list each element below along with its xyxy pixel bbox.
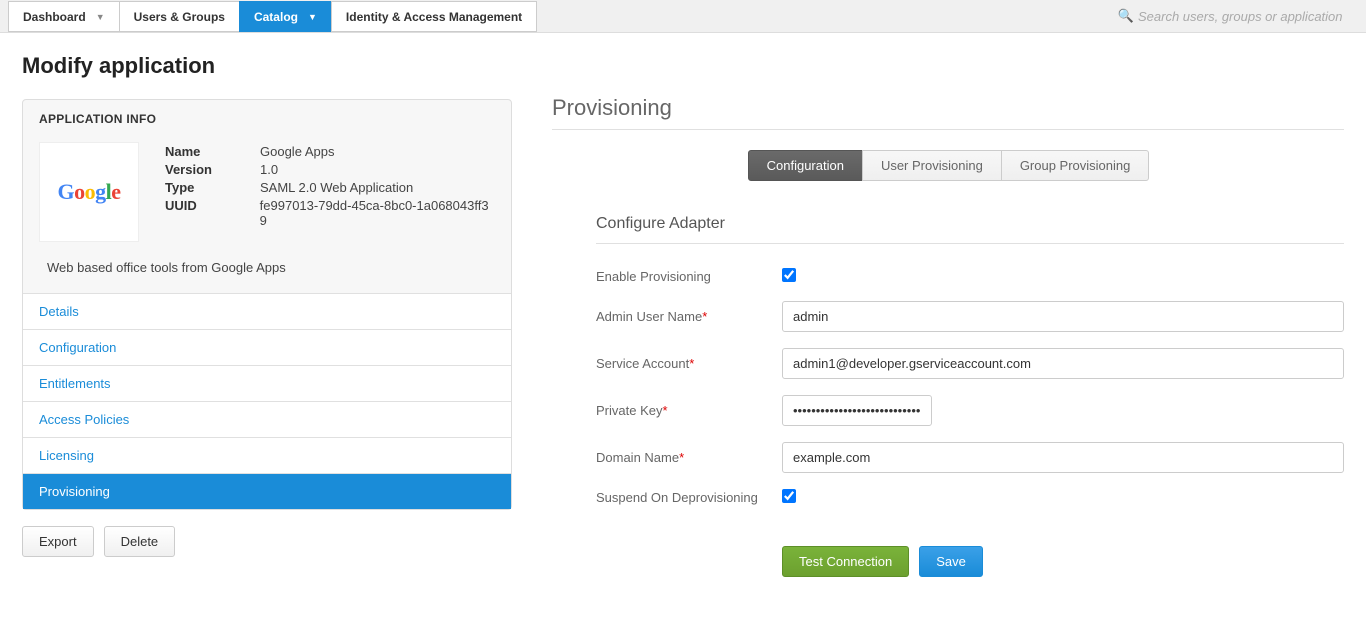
admin-user-name-input[interactable] [782,301,1344,332]
divider [596,243,1344,244]
info-value: 1.0 [260,162,278,177]
side-nav-provisioning[interactable]: Provisioning [23,473,511,509]
side-nav-configuration[interactable]: Configuration [23,329,511,365]
google-logo-icon: Google [57,179,120,205]
service-account-input[interactable] [782,348,1344,379]
nav-tab-label: Users & Groups [134,10,225,24]
chevron-down-icon: ▼ [308,12,317,22]
private-key-input[interactable] [782,395,932,426]
suspend-deprovisioning-label: Suspend On Deprovisioning [596,490,782,505]
form-title: Configure Adapter [596,215,1344,233]
info-value: fe997013-79dd-45ca-8bc0-1a068043ff39 [260,198,495,228]
info-table: NameGoogle Apps Version1.0 TypeSAML 2.0 … [165,144,495,242]
form-actions: Test Connection Save [782,546,1344,577]
info-value: Google Apps [260,144,334,159]
app-logo: Google [39,142,139,242]
info-key: Name [165,144,260,159]
subtabs: Configuration User Provisioning Group Pr… [552,150,1344,181]
nav-tab-identity-access[interactable]: Identity & Access Management [331,1,537,32]
page-title: Modify application [22,53,512,79]
search-container: 🔍 [1110,0,1366,32]
divider [552,129,1344,130]
side-nav-access-policies[interactable]: Access Policies [23,401,511,437]
info-key: UUID [165,198,260,228]
section-title: Provisioning [552,95,1344,121]
app-info-header: APPLICATION INFO [23,100,511,132]
test-connection-button[interactable]: Test Connection [782,546,909,577]
private-key-label: Private Key* [596,403,782,418]
side-nav-licensing[interactable]: Licensing [23,437,511,473]
nav-tab-label: Identity & Access Management [346,10,522,24]
chevron-down-icon: ▼ [96,12,105,22]
export-button[interactable]: Export [22,526,94,557]
nav-tab-users-groups[interactable]: Users & Groups [119,1,240,32]
enable-provisioning-label: Enable Provisioning [596,269,782,284]
side-nav-details[interactable]: Details [23,293,511,329]
search-input[interactable] [1138,9,1358,24]
subtab-group-provisioning[interactable]: Group Provisioning [1001,150,1150,181]
save-button[interactable]: Save [919,546,983,577]
nav-tab-catalog[interactable]: Catalog ▼ [239,1,332,32]
delete-button[interactable]: Delete [104,526,176,557]
info-key: Version [165,162,260,177]
nav-tab-dashboard[interactable]: Dashboard ▼ [8,1,120,32]
domain-name-label: Domain Name* [596,450,782,465]
left-actions: Export Delete [22,526,512,557]
search-icon: 🔍 [1118,8,1134,24]
side-nav: Details Configuration Entitlements Acces… [23,293,511,509]
admin-user-name-label: Admin User Name* [596,309,782,324]
nav-tab-label: Catalog [254,10,298,24]
suspend-deprovisioning-checkbox[interactable] [782,489,796,503]
app-info-panel: APPLICATION INFO Google NameGoogle Apps … [22,99,512,510]
subtab-configuration[interactable]: Configuration [748,150,863,181]
subtab-user-provisioning[interactable]: User Provisioning [862,150,1002,181]
info-key: Type [165,180,260,195]
side-nav-entitlements[interactable]: Entitlements [23,365,511,401]
nav-tab-label: Dashboard [23,10,86,24]
service-account-label: Service Account* [596,356,782,371]
domain-name-input[interactable] [782,442,1344,473]
enable-provisioning-checkbox[interactable] [782,268,796,282]
app-description: Web based office tools from Google Apps [47,260,495,275]
top-nav: Dashboard ▼ Users & Groups Catalog ▼ Ide… [0,0,1366,33]
info-value: SAML 2.0 Web Application [260,180,413,195]
